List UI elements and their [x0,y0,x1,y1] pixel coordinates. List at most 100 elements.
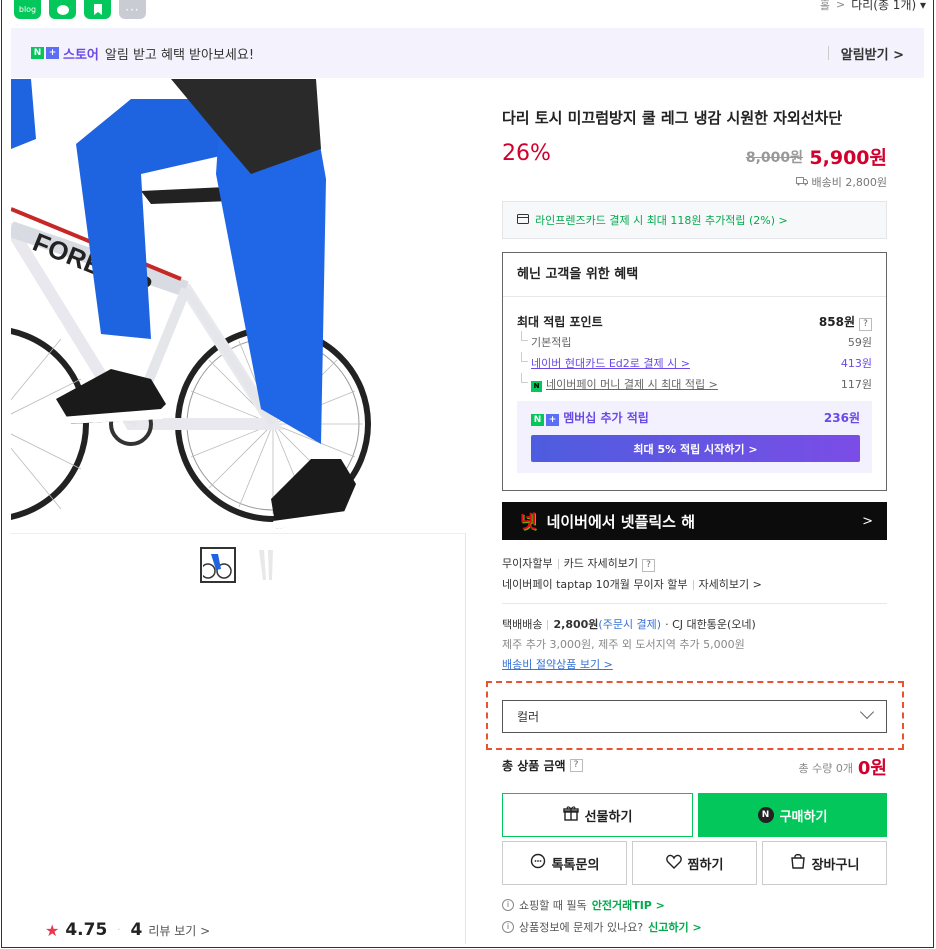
divider [827,46,829,60]
card-detail-link[interactable]: 카드 자세히보기 [564,557,638,570]
breadcrumb-prev[interactable]: 홀 [820,0,830,13]
help-icon[interactable]: ? [569,759,583,772]
shipping-saving-link[interactable]: 배송비 절약상품 보기 > [502,655,756,675]
total-label: 총 상품 금액 [502,759,566,773]
point-row-value: 59원 [847,336,872,349]
rating-score: 4.75 [65,920,108,940]
point-row-label: 네이버 현대카드 Ed2로 결제 시 > [517,352,690,371]
naverpay-icon: N [757,807,774,823]
membership-label: 멤버십 추가 적립 [563,411,649,425]
blog-share-icon[interactable]: blog [14,0,41,19]
breadcrumb: 홀 > 다리(총 1개) ▾ [820,0,926,13]
divider [502,603,887,604]
talk-share-icon[interactable] [49,0,76,19]
color-option-select[interactable]: 컬러 [502,700,887,733]
thumbnail-2[interactable] [248,547,284,583]
card-icon [517,213,529,227]
buy-button[interactable]: N 구매하기 [698,793,887,837]
breadcrumb-current[interactable]: 다리(총 1개) ▾ [851,0,926,13]
point-row-label: 기본적립 [517,331,571,350]
naver-plus-icon: N + [531,414,559,426]
netflix-text: 네이버에서 넷플릭스 해 [546,512,696,531]
breadcrumb-separator: > [835,0,846,11]
installment-detail-link[interactable]: 자세히보기 > [699,578,762,591]
total-price-row: 총 상품 금액 ? 총 수량 0개 0원 [502,757,887,779]
discount-rate: 26% [502,141,551,166]
delivery-info: 택배배송 2,800원(주문시 결제) · CJ 대한통운(오네) 제주 추가 3,… [502,615,756,675]
benefit-box: 헤닌 고객을 위한 혜택 최대 적립 포인트 858원? 기본적립 59원 네이… [502,252,887,491]
shopping-bag-icon [790,853,806,873]
cart-label: 장바구니 [811,857,860,873]
wish-label: 찜하기 [687,857,724,873]
gift-icon [562,805,579,825]
max-point-row: 최대 적립 포인트 858원? [517,313,872,331]
point-row-naverpay[interactable]: N 네이버페이 머니 결제 시 최대 적립 > 117원 [517,373,872,392]
product-gallery: FOREVER ★ 4.75 · 4 리뷰 보기 [11,79,466,944]
more-share-icon[interactable]: ··· [119,0,146,19]
bookmark-share-icon[interactable] [84,0,111,19]
chat-icon [530,853,546,873]
point-row-value: 413원 [840,357,872,370]
notice-message: 알림 받고 혜택 받아보세요! [104,47,255,63]
chevron-down-icon [859,704,875,720]
star-icon: ★ [45,920,60,940]
store-label: 스토어 [63,47,99,63]
membership-start-button[interactable]: 최대 5% 적립 시작하기 > [531,435,860,462]
report-prefix: 상품정보에 문제가 있나요? [519,921,644,934]
total-quantity: 총 수량 0개 [798,762,853,775]
membership-row: N + 멤버십 추가 적립 236원 [531,409,860,426]
talk-inquiry-button[interactable]: 톡톡문의 [502,841,627,885]
help-icon[interactable]: ? [859,318,872,331]
cart-button[interactable]: 장바구니 [762,841,887,885]
chevron-right-icon: > [862,513,873,529]
installment-label: 무이자할부 [502,557,553,570]
review-count: 4 [130,920,143,940]
heart-icon [665,854,682,873]
shipping-fee: 배송비 2,800원 [795,174,887,190]
card-promo-text: 라인프렌즈카드 결제 시 최대 118원 추가적립 (2%) > [535,214,788,227]
gift-button[interactable]: 선물하기 [502,793,693,837]
divider [692,580,694,590]
help-icon[interactable]: ? [641,559,655,572]
naverpay-icon: N [531,381,542,392]
report-link[interactable]: 신고하기 > [648,919,702,935]
option-placeholder: 컬러 [517,710,540,724]
delivery-method: 택배배송 [502,618,543,631]
wishlist-button[interactable]: 찜하기 [632,841,757,885]
blog-label: blog [18,5,37,14]
safe-trade-link[interactable]: 안전거래TIP > [592,897,665,913]
sale-price: 5,900원 [809,147,887,169]
card-promotion-bar[interactable]: 라인프렌즈카드 결제 시 최대 118원 추가적립 (2%) > [502,201,887,239]
review-link[interactable]: 리뷰 보기 > [148,922,210,939]
report-note: i 상품정보에 문제가 있나요? 신고하기 > [502,919,702,935]
info-icon: i [502,921,514,933]
main-product-image[interactable]: FOREVER [11,79,466,534]
notification-subscribe-button[interactable]: 알림받기 > [827,28,904,78]
original-price: 8,000원 [745,150,803,166]
netflix-logo: 넷 [520,512,537,533]
divider [547,620,549,630]
point-row-card[interactable]: 네이버 현대카드 Ed2로 결제 시 > 413원 [517,352,872,371]
delivery-carrier: · CJ 대한통운(오네) [665,618,756,631]
delivery-fee: 2,800원 [553,618,599,631]
max-point-label: 최대 적립 포인트 [517,315,603,329]
max-point-value: 858원 [818,315,855,329]
delivery-extra-fee: 제주 추가 3,000원, 제주 외 도서지역 추가 5,000원 [502,638,745,651]
more-label: ··· [125,2,140,17]
netflix-banner[interactable]: 넷 네이버에서 넷플릭스 해 > [502,502,887,540]
thumbnail-1[interactable] [200,547,236,583]
naver-plus-icon: N + [31,47,59,59]
point-row-label: 네이버페이 머니 결제 시 최대 적립 > [546,378,718,391]
safe-trade-note: i 쇼핑할 때 필독 안전거래TIP > [502,897,665,913]
thumbnail-list [200,547,284,583]
secondary-buttons: 톡톡문의 찜하기 장바구니 [502,841,887,885]
divider [557,559,559,569]
subscribe-label: 알림받기 > [840,47,904,63]
tip-prefix: 쇼핑할 때 필독 [519,899,587,912]
gift-label: 선물하기 [584,809,633,825]
benefit-title: 헤닌 고객을 위한 혜택 [503,253,886,297]
talk-label: 톡톡문의 [551,857,600,873]
dot-separator: · [117,924,121,936]
rating-summary: ★ 4.75 · 4 리뷰 보기 > [45,920,210,940]
delivery-fee-note: (주문시 결제) [598,618,662,631]
